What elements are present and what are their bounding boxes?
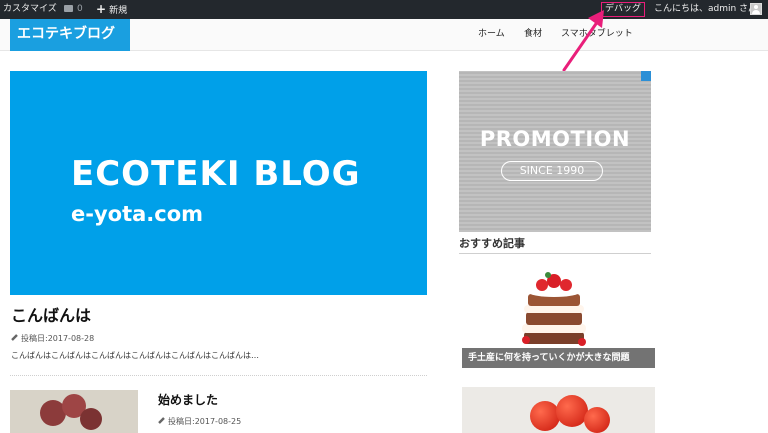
post-thumbnail[interactable]: [10, 390, 138, 433]
recommended-heading: おすすめ記事: [459, 235, 651, 254]
avatar[interactable]: [750, 3, 762, 15]
featured-image-title: ECOTEKI BLOG: [71, 154, 361, 194]
plus-icon: +: [96, 2, 107, 16]
new-content-link[interactable]: + 新規: [96, 0, 127, 19]
pencil-icon: [158, 417, 165, 424]
lychee-icon: [80, 408, 102, 430]
tomato-icon: [584, 407, 610, 433]
site-logo[interactable]: エコテキブログ: [10, 19, 130, 51]
customize-link[interactable]: カスタマイズ: [3, 0, 57, 19]
post-title[interactable]: 始めました: [158, 391, 218, 408]
pencil-icon: [11, 334, 18, 341]
post-title[interactable]: こんばんは: [11, 302, 91, 326]
recommended-card-image[interactable]: [462, 387, 655, 433]
promotion-subtitle: SINCE 1990: [501, 161, 603, 181]
recommended-card-caption[interactable]: 手土産に何を持っていくかが大きな問題: [462, 348, 655, 368]
post-divider: [10, 375, 427, 376]
annotation-arrow-icon: [562, 10, 604, 72]
corner-badge: [641, 71, 651, 81]
tomato-icon: [530, 401, 560, 431]
post-date-text: 投稿日:2017-08-25: [168, 417, 242, 426]
promotion-title: PROMOTION: [479, 127, 631, 151]
comment-icon: [64, 5, 73, 12]
post-excerpt: こんばんはこんばんはこんばんはこんばんはこんばんはこんばんは…: [11, 351, 259, 360]
post-date-text: 投稿日:2017-08-28: [21, 334, 95, 343]
comments-count: 0: [77, 4, 83, 14]
account-greeting[interactable]: こんにちは、admin さん: [654, 0, 757, 19]
nav-item-food[interactable]: 食材: [524, 19, 542, 51]
featured-image[interactable]: ECOTEKI BLOG e-yota.com: [10, 71, 427, 295]
featured-image-subtitle: e-yota.com: [71, 202, 204, 226]
site-header: エコテキブログ ホーム 食材 スマホタブレット: [0, 19, 768, 51]
admin-bar: カスタマイズ 0 + 新規 デバッグ こんにちは、admin さん: [0, 0, 768, 19]
nav-item-home[interactable]: ホーム: [478, 19, 505, 51]
post-date: 投稿日:2017-08-25: [158, 416, 241, 427]
new-label: 新規: [109, 6, 128, 16]
comments-link[interactable]: 0: [64, 0, 83, 19]
promotion-banner[interactable]: PROMOTION SINCE 1990: [459, 71, 651, 232]
post-date: 投稿日:2017-08-28: [11, 333, 94, 344]
newspaper-background: [459, 71, 651, 232]
strawberry-cake-icon: [522, 272, 586, 346]
